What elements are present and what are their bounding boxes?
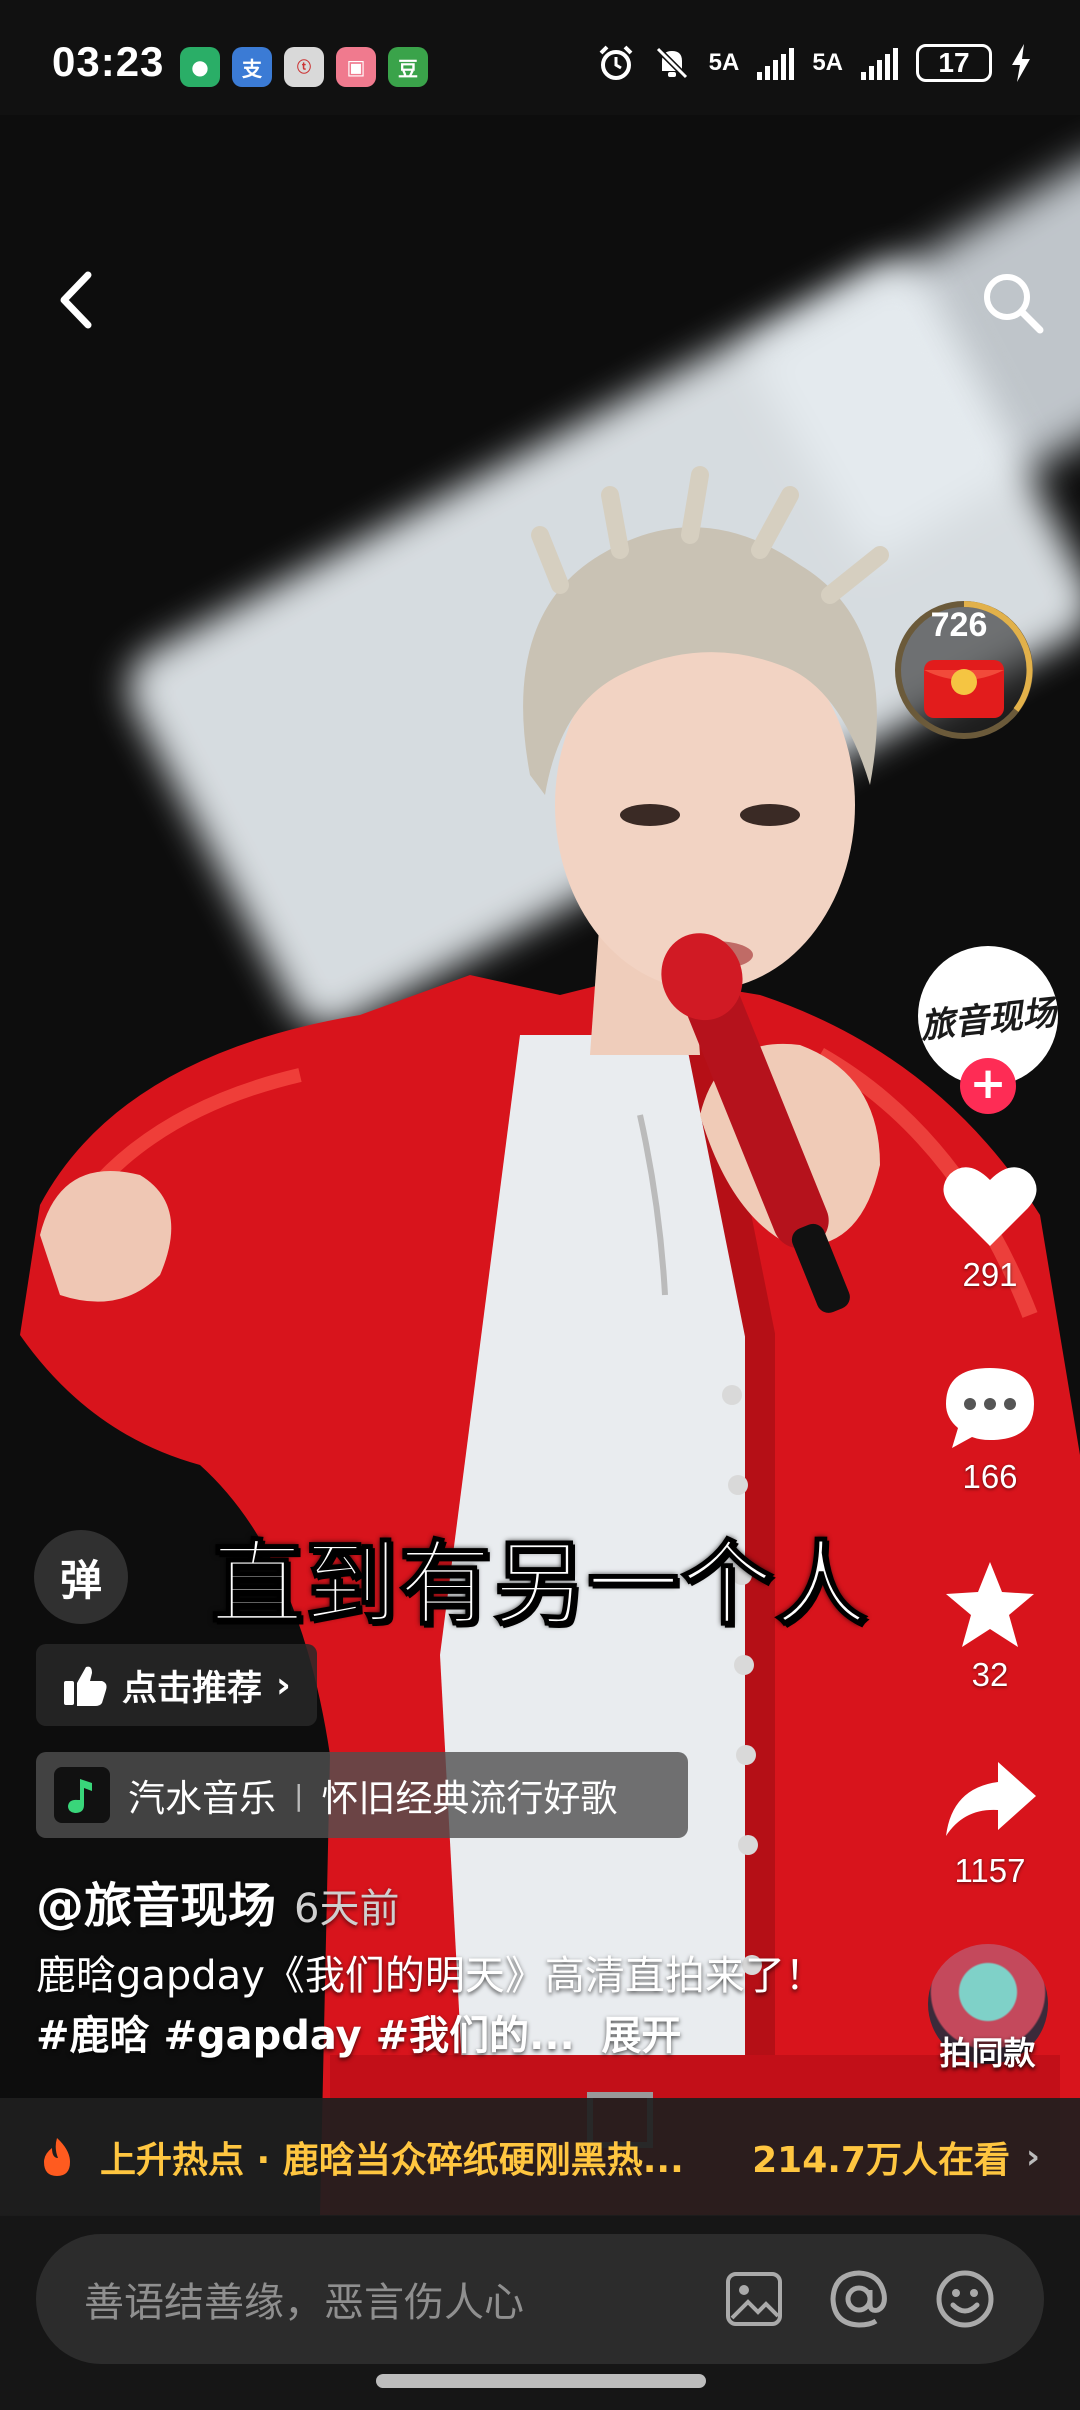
back-arrow-icon[interactable] [52,265,102,335]
share-count: 1157 [954,1852,1026,1889]
creator-avatar[interactable]: 旅音现场 + [918,946,1058,1114]
danmu-toggle-button[interactable]: 弹 [34,1530,128,1624]
follow-button[interactable]: + [960,1058,1016,1114]
trending-topic-bar[interactable]: 上升热点 · 鹿晗当众碎纸硬刚黑热... 214.7万人在看 › [0,2098,1080,2216]
caption-text: 鹿晗gapday《我们的明天》高清直拍来了！ [36,1953,825,1999]
charging-bolt-icon [1012,44,1030,82]
creator-avatar-logo: 旅音现场 [918,992,1058,1047]
author-name[interactable]: @旅音现场 [36,1866,276,1936]
favorite-button[interactable]: 32 [925,1560,1055,1694]
status-indicators: 5A 5A 17 [597,44,1032,82]
taobao-icon: ⓣ [284,47,324,87]
trending-topic-text: 上升热点 · 鹿晗当众碎纸硬刚黑热... [100,2140,684,2181]
comment-input[interactable]: 善语结善缘，恶言伤人心 [36,2234,1044,2364]
network-label-sim2: 5A [812,49,843,76]
comment-count: 166 [962,1458,1018,1495]
alipay-icon: 支 [232,47,272,87]
status-time: 03:23 [52,38,165,85]
video-caption: 鹿晗gapday《我们的明天》高清直拍来了！ #鹿晗 #gapday #我们的.… [36,1946,856,2066]
soda-music-icon [54,1767,110,1823]
shoot-same-style-button[interactable]: 拍同款 [920,1944,1055,2079]
mute-bell-icon [655,46,688,80]
red-packet-reward[interactable]: 726 [894,590,1044,750]
heart-icon [943,1167,1037,1246]
favorite-count: 32 [971,1656,1009,1693]
wechat-icon: ● [180,47,220,87]
shopping-bag-icon: ▣ [336,47,376,87]
recommend-label: 点击推荐 [122,1668,263,1709]
music-tag[interactable]: 汽水音乐 | 怀旧经典流行好歌 [36,1752,688,1838]
music-separator: | [294,1778,304,1812]
recommend-button[interactable]: 点击推荐 › [36,1644,317,1726]
star-icon [946,1562,1034,1647]
comment-bubble-icon [946,1368,1034,1448]
red-packet-count: 726 [930,606,988,644]
comment-button[interactable]: 166 [925,1362,1055,1496]
signal-strength-sim1-icon [757,46,795,80]
douban-icon: 豆 [388,47,428,87]
status-bar: 03:23 ● 支 ⓣ ▣ 豆 5A 5A 17 [0,0,1080,115]
network-label-sim1: 5A [708,49,740,76]
search-icon[interactable] [980,270,1046,336]
trending-viewers: 214.7万人在看 [752,2140,1010,2181]
video-subtitle: 直到有另一个人 [210,1530,869,1639]
like-button[interactable]: 291 [925,1160,1055,1294]
alarm-icon [599,45,633,80]
home-indicator[interactable] [376,2374,706,2388]
emoji-icon[interactable] [934,2268,996,2330]
posted-time: 6天前 [294,1886,400,1932]
expand-caption-button[interactable]: 展开 [601,2013,681,2059]
thumbs-up-icon [64,1666,107,1706]
share-button[interactable]: 1157 [925,1756,1055,1890]
author-row: @旅音现场 6天前 [36,1866,399,1936]
fire-icon [44,2138,70,2176]
notification-app-icons: ● 支 ⓣ ▣ 豆 [180,47,428,87]
chevron-right-icon: › [276,1664,291,1706]
music-app-name: 汽水音乐 [128,1777,276,1820]
music-playlist-name: 怀旧经典流行好歌 [321,1777,618,1820]
signal-strength-sim2-icon [861,46,898,80]
same-style-label: 拍同款 [939,2034,1036,2072]
battery-level: 17 [916,44,992,82]
comment-placeholder: 善语结善缘，恶言伤人心 [84,2280,524,2326]
mention-icon[interactable] [828,2268,890,2330]
danmu-label: 弹 [59,1555,102,1605]
caption-hashtags[interactable]: #鹿晗 #gapday #我们的... [36,2013,575,2059]
image-icon[interactable] [724,2270,784,2328]
like-count: 291 [962,1256,1018,1293]
share-arrow-icon [946,1762,1036,1836]
chevron-right-icon: › [1025,2137,1040,2177]
